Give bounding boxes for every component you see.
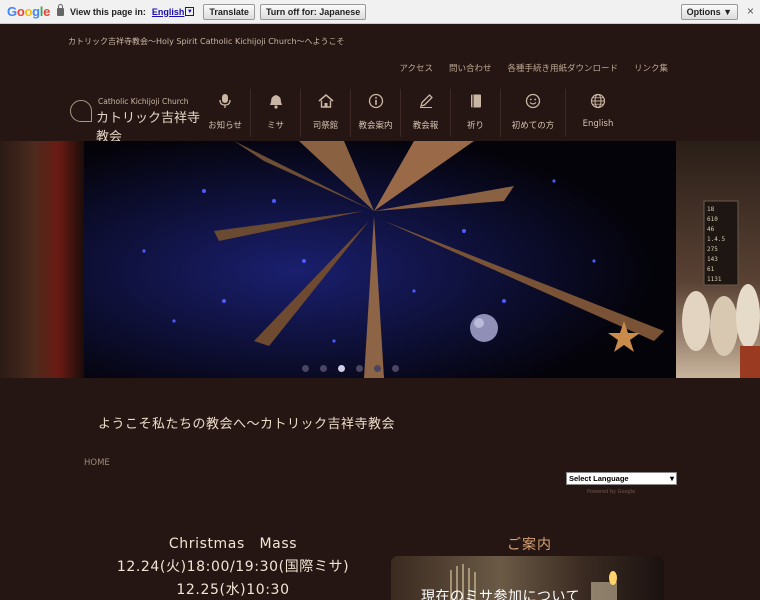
language-select[interactable]: Select Language	[566, 472, 677, 485]
nav-label-first-time: 初めての方	[511, 121, 555, 131]
guide-card-label: 現在のミサ参加について	[421, 589, 581, 600]
board-number: 46	[707, 226, 715, 233]
board-number: 61	[707, 266, 715, 273]
slide-indicators	[302, 365, 399, 372]
page-title: ようこそ私たちの教会へ～カトリック吉祥寺教会	[98, 417, 396, 432]
guide-card-mass-participation[interactable]: 現在のミサ参加について	[391, 556, 664, 600]
microphone-icon	[216, 92, 234, 110]
nav-label-english: English	[582, 119, 614, 129]
board-number: 610	[707, 216, 718, 223]
hero-next-slide-image: 18 610 46 1.4.5 275 143 61 1131	[676, 141, 760, 378]
nav-item-mass[interactable]: ミサ	[250, 89, 300, 137]
christmas-line-1: 12.24(火)18:00/19:30(国際ミサ)	[116, 559, 350, 575]
slide-dot[interactable]	[356, 365, 363, 372]
language-link[interactable]: English	[152, 7, 185, 17]
link-links[interactable]: リンク集	[634, 62, 668, 74]
globe-icon	[589, 92, 607, 110]
chevron-down-icon[interactable]: ▼	[185, 7, 195, 16]
slide-dot[interactable]	[374, 365, 381, 372]
book-icon	[467, 92, 485, 110]
slide-dot[interactable]	[320, 365, 327, 372]
logo-english: Catholic Kichijoji Church	[98, 97, 189, 106]
nav-item-news[interactable]: お知らせ	[200, 89, 250, 137]
breadcrumb[interactable]: HOME	[84, 458, 110, 468]
turn-off-button[interactable]: Turn off for: Japanese	[259, 3, 367, 20]
nav-label-rectory: 司祭館	[312, 121, 339, 131]
lock-icon	[57, 3, 65, 16]
nav-item-rectory[interactable]: 司祭館	[300, 89, 350, 137]
main-nav: お知らせ ミサ 司祭館 教会案内 教会報 祈り 初めての方 English	[200, 89, 630, 137]
pencil-icon	[417, 92, 435, 110]
info-icon	[367, 92, 385, 110]
powered-by-google: Powered by Google	[587, 489, 636, 495]
board-number: 143	[707, 256, 718, 263]
top-links: アクセス 問い合わせ 各種手続き用紙ダウンロード リンク集	[399, 62, 668, 74]
board-number: 1.4.5	[707, 236, 725, 243]
slide-dot[interactable]	[302, 365, 309, 372]
nav-item-bulletin[interactable]: 教会報	[400, 89, 450, 137]
nav-item-english[interactable]: English	[565, 89, 630, 137]
board-number: 275	[707, 246, 718, 253]
nav-label-bulletin: 教会報	[412, 121, 439, 131]
translate-label: View this page in:	[70, 6, 146, 17]
christmas-title: Christmas Mass	[168, 536, 298, 552]
nav-label-prayer: 祈り	[466, 121, 484, 131]
close-icon[interactable]: ×	[747, 5, 754, 17]
nav-label-mass: ミサ	[266, 121, 284, 131]
board-number: 1131	[707, 276, 722, 283]
hero-prev-slide-image	[0, 141, 84, 378]
google-logo: Google	[7, 4, 51, 19]
link-access[interactable]: アクセス	[399, 62, 433, 74]
nav-item-first-time[interactable]: 初めての方	[500, 89, 565, 137]
tagline: カトリック吉祥寺教会～Holy Spirit Catholic Kichijoj…	[68, 37, 345, 46]
slide-dot[interactable]	[392, 365, 399, 372]
bell-icon	[267, 92, 285, 110]
link-contact[interactable]: 問い合わせ	[449, 62, 492, 74]
translate-button[interactable]: Translate	[203, 3, 255, 20]
logo-japanese: カトリック吉祥寺教会	[96, 111, 201, 145]
link-downloads[interactable]: 各種手続き用紙ダウンロード	[507, 62, 618, 74]
nav-item-prayer[interactable]: 祈り	[450, 89, 500, 137]
site-header: カトリック吉祥寺教会～Holy Spirit Catholic Kichijoj…	[0, 25, 760, 145]
hero-slideshow[interactable]: 18 610 46 1.4.5 275 143 61 1131	[0, 141, 760, 378]
home-icon	[317, 92, 335, 110]
board-number: 18	[707, 206, 715, 213]
dove-logo-icon	[70, 100, 92, 122]
site-logo[interactable]: Catholic Kichijoji Church カトリック吉祥寺教会	[70, 97, 210, 145]
christmas-mass-block: Christmas Mass 12.24(火)18:00/19:30(国際ミサ)…	[88, 533, 378, 600]
nav-item-guide[interactable]: 教会案内	[350, 89, 400, 137]
hero-star-image	[84, 141, 684, 378]
guide-heading: ご案内	[507, 537, 552, 553]
christmas-line-2: 12.25(水)10:30	[176, 582, 290, 598]
options-button[interactable]: Options ▼	[680, 4, 738, 20]
nav-label-guide: 教会案内	[358, 121, 393, 131]
smile-icon	[524, 92, 542, 110]
slide-dot-active[interactable]	[338, 365, 345, 372]
nav-label-news: お知らせ	[208, 121, 242, 131]
translate-bar: Google View this page in: English ▼ Tran…	[0, 0, 760, 24]
